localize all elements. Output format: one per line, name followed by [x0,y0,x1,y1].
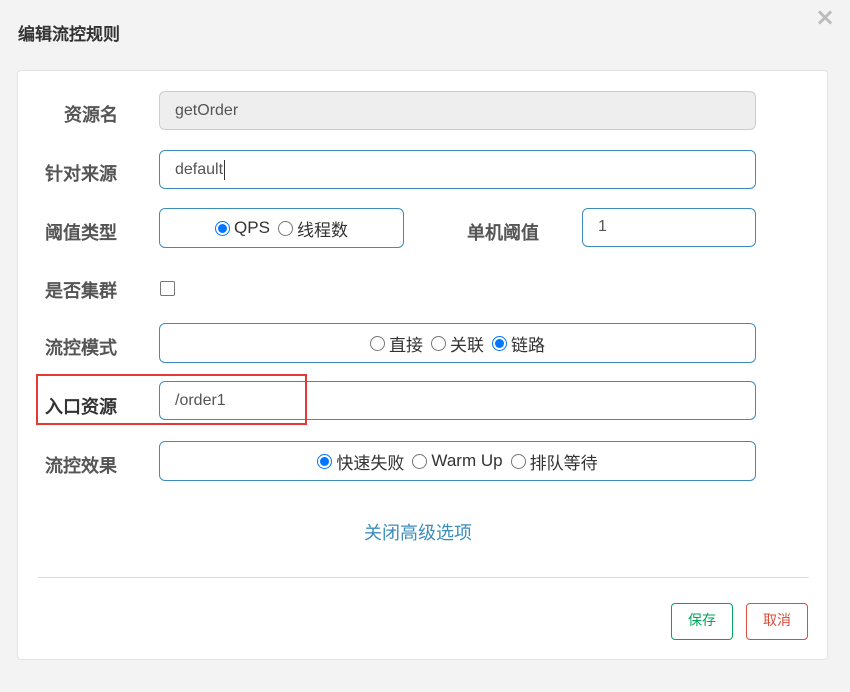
resource-name-label: 资源名 [64,105,118,126]
radio-warm-up[interactable]: Warm Up [412,451,503,471]
toggle-advanced-options-link[interactable]: 关闭高级选项 [364,519,472,545]
cancel-button[interactable]: 取消 [746,603,808,640]
radio-direct[interactable]: 直接 [370,331,423,356]
threshold-type-label: 阈值类型 [45,223,117,244]
radio-unchecked-icon [412,453,428,469]
control-behavior-label: 流控效果 [45,456,117,477]
radio-unchecked-icon [510,453,526,469]
dialog-title: 编辑流控规则 [18,25,120,45]
radio-unchecked-icon [277,220,293,236]
count-label: 单机阈值 [467,223,539,244]
radio-fast-fail[interactable]: 快速失败 [317,449,404,474]
radio-relate[interactable]: 关联 [431,331,484,356]
cluster-label: 是否集群 [45,281,117,302]
radio-chain[interactable]: 链路 [492,331,545,356]
radio-unchecked-icon [431,335,446,351]
edit-flow-rule-dialog: 编辑流控规则 × 资源名 getOrder 针对来源 default 阈值类型 … [0,0,850,692]
form-panel: 资源名 getOrder 针对来源 default 阈值类型 QPS 线程数 单… [17,70,828,660]
radio-queue-wait[interactable]: 排队等待 [510,449,598,474]
close-icon[interactable]: × [814,4,836,30]
save-button[interactable]: 保存 [671,603,733,640]
radio-thread-count[interactable]: 线程数 [277,216,348,241]
radio-checked-icon [215,220,231,236]
radio-qps[interactable]: QPS [215,218,270,238]
radio-checked-icon [492,335,507,351]
highlight-annotation-box [36,374,307,425]
strategy-radio-group: 直接 关联 链路 [159,323,756,363]
limit-app-value: default [175,161,224,178]
count-input[interactable]: 1 [582,208,756,247]
footer-divider [38,577,809,578]
radio-unchecked-icon [370,335,385,351]
threshold-type-radio-group: QPS 线程数 [159,208,404,248]
control-behavior-radio-group: 快速失败 Warm Up 排队等待 [159,441,756,481]
resource-name-input: getOrder [159,91,756,130]
limit-app-input[interactable]: default [159,150,756,189]
strategy-label: 流控模式 [45,338,117,359]
radio-checked-icon [317,453,333,469]
limit-app-label: 针对来源 [45,164,117,185]
cluster-checkbox[interactable] [160,281,175,296]
text-caret [224,159,226,180]
